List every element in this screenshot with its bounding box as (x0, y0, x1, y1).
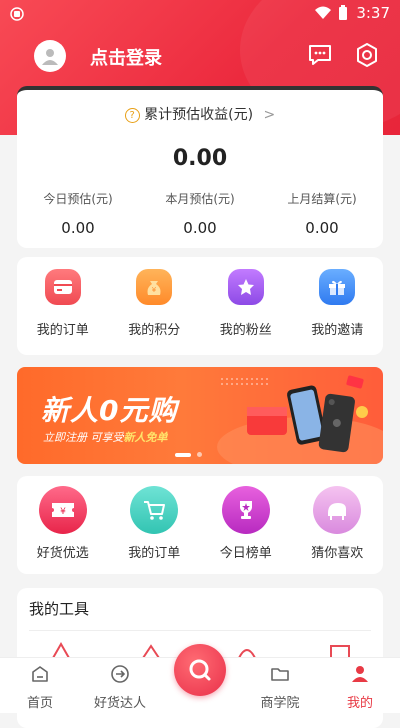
shop-menu-guess[interactable]: 猜你喜欢 (292, 486, 384, 561)
divider (29, 630, 371, 631)
earnings-month-label: 本月预估(元) (165, 192, 235, 206)
points-bag-icon: ¥ (136, 269, 173, 305)
earnings-month-value: 0.00 (183, 219, 217, 237)
tab-label: 首页 (26, 696, 53, 711)
svg-text:¥: ¥ (152, 286, 157, 294)
banner-subtitle: 立即注册 可享受新人免单 (43, 429, 168, 445)
status-icons (314, 5, 348, 21)
earnings-lastmonth: 上月结算(元) 0.00 (261, 190, 383, 237)
tab-mine[interactable]: 我的 (320, 664, 400, 711)
shop-menu-label: 今日榜单 (219, 546, 272, 561)
pagination-dot-active[interactable] (175, 452, 191, 457)
order-card-icon (44, 269, 81, 305)
tab-academy[interactable]: 商学院 (240, 664, 320, 711)
wifi-icon (315, 6, 331, 19)
shop-menu-picks[interactable]: ¥ 好货优选 (17, 486, 109, 561)
coupon-icon: ¥ (38, 486, 87, 534)
tab-home[interactable]: 首页 (0, 664, 80, 711)
folder-icon (271, 668, 289, 681)
person-icon (352, 666, 368, 682)
tab-label: 好货达人 (93, 696, 146, 711)
earnings-lastmonth-value: 0.00 (305, 219, 339, 237)
quick-menu-card: 我的订单 ¥ 我的积分 我的粉丝 我的邀请 (17, 257, 383, 355)
shop-menu-ranking[interactable]: 今日榜单 (200, 486, 292, 561)
battery-icon (339, 5, 347, 20)
quick-menu-fans[interactable]: 我的粉丝 (200, 269, 292, 338)
shop-menu-label: 好货优选 (36, 546, 89, 561)
search-icon (189, 659, 211, 681)
tab-goods-expert[interactable]: 好货达人 (80, 664, 160, 711)
quick-menu-label: 我的积分 (128, 323, 181, 338)
tools-title: 我的工具 (29, 600, 90, 618)
earnings-month: 本月预估(元) 0.00 (139, 190, 261, 237)
quick-menu-label: 我的订单 (36, 323, 89, 338)
earnings-lastmonth-label: 上月结算(元) (287, 192, 357, 206)
quick-menu-orders[interactable]: 我的订单 (17, 269, 109, 338)
piano-icon (313, 486, 362, 534)
status-bar: 3:37 (0, 0, 400, 28)
star-fans-icon (227, 269, 264, 305)
svg-text:¥: ¥ (60, 507, 66, 517)
pagination-dot[interactable] (197, 452, 202, 457)
earnings-header[interactable]: ? 累计预估收益(元) > (17, 104, 383, 124)
home-icon (32, 666, 48, 682)
banner-title: 新人0元购 (41, 394, 178, 427)
person-icon (42, 49, 58, 65)
trophy-icon (221, 486, 270, 534)
quick-menu-invite[interactable]: 我的邀请 (292, 269, 384, 338)
gift-invite-icon (319, 269, 356, 305)
tab-label: 我的 (346, 696, 373, 711)
tab-label: 商学院 (260, 696, 300, 711)
tab-search[interactable] (174, 644, 226, 696)
earnings-title: 累计预估收益(元) (144, 107, 254, 123)
earnings-card: ? 累计预估收益(元) > 0.00 今日预估(元) 0.00 本月预估(元) … (17, 86, 383, 248)
shop-menu-label: 猜你喜欢 (311, 546, 364, 561)
shop-menu-card: ¥ 好货优选 我的订单 今日榜单 猜你喜欢 (17, 476, 383, 574)
promo-banner[interactable]: 新人0元购 立即注册 可享受新人免单 (17, 367, 383, 464)
earnings-today-label: 今日预估(元) (43, 192, 113, 206)
earnings-total: 0.00 (172, 146, 228, 171)
shop-menu-label: 我的订单 (128, 546, 181, 561)
cart-icon (130, 486, 179, 534)
banner-subtitle-prefix: 立即注册 可享受 (43, 431, 124, 444)
status-time: 3:37 (356, 4, 390, 22)
notification-icon (10, 6, 26, 22)
arrow-circle-icon (111, 665, 129, 683)
earnings-today: 今日预估(元) 0.00 (17, 190, 139, 237)
help-icon[interactable]: ? (124, 107, 140, 123)
message-icon[interactable] (307, 42, 333, 68)
banner-pagination (175, 452, 202, 457)
earnings-today-value: 0.00 (61, 219, 95, 237)
shop-menu-orders[interactable]: 我的订单 (109, 486, 201, 561)
quick-menu-label: 我的粉丝 (219, 323, 272, 338)
tab-bar: 首页 好货达人 商学院 我的 (0, 644, 400, 713)
quick-menu-points[interactable]: ¥ 我的积分 (109, 269, 201, 338)
settings-icon[interactable] (354, 42, 380, 68)
quick-menu-label: 我的邀请 (311, 323, 364, 338)
avatar[interactable] (34, 40, 66, 72)
login-link[interactable]: 点击登录 (90, 44, 162, 70)
banner-subtitle-highlight: 新人免单 (123, 431, 168, 444)
chevron-right-icon: > (263, 107, 276, 123)
